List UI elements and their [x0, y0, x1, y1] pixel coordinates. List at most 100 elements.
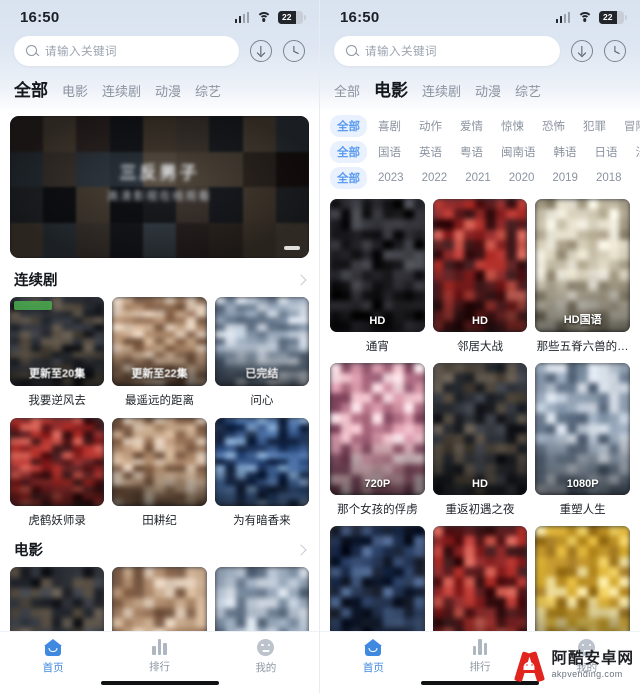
filter-lang-french[interactable]: 法语 [629, 141, 640, 163]
filter-lang-japanese[interactable]: 日语 [588, 141, 625, 163]
poster[interactable]: 720P [330, 362, 425, 496]
filter-year-2022[interactable]: 2022 [415, 169, 455, 187]
filter-genre-crime[interactable]: 犯罪 [576, 115, 613, 137]
list-item[interactable]: 为有暗香来 [214, 417, 309, 529]
poster[interactable]: 更新至20集 [10, 297, 105, 386]
filter-lang-cantonese[interactable]: 粤语 [453, 141, 490, 163]
list-item[interactable] [432, 526, 528, 631]
status-icons: 22 [234, 10, 306, 24]
search-placeholder: 请输入关键词 [365, 46, 437, 58]
filter-year-2019[interactable]: 2019 [545, 169, 585, 187]
search-input[interactable]: 请输入关键词 [334, 36, 560, 66]
poster[interactable]: HD [432, 362, 528, 496]
poster[interactable] [432, 526, 528, 631]
filter-genre-all[interactable]: 全部 [330, 115, 367, 137]
download-circle-icon[interactable] [250, 40, 272, 62]
filter-year-2020[interactable]: 2020 [502, 169, 542, 187]
filter-lang-korean[interactable]: 韩语 [547, 141, 584, 163]
tab-profile[interactable]: 我的 [213, 639, 319, 675]
poster[interactable] [214, 417, 309, 507]
poster[interactable] [112, 567, 207, 631]
filter-year-all[interactable]: 全部 [330, 167, 367, 189]
poster[interactable] [214, 567, 309, 631]
list-item[interactable]: 更新至20集 我要逆风去 [10, 297, 105, 408]
section-header-series[interactable]: 连续剧 [0, 258, 319, 297]
list-item[interactable]: HD 邻居大战 [432, 199, 528, 354]
filter-genre-thriller[interactable]: 惊悚 [494, 115, 531, 137]
poster[interactable]: HD国语 [535, 199, 630, 332]
tab-ranking-label: 排行 [469, 661, 491, 673]
poster[interactable] [112, 417, 207, 507]
filter-genre-horror[interactable]: 恐怖 [535, 115, 572, 137]
filter-year-2021[interactable]: 2021 [458, 169, 498, 187]
filter-lang-minnan[interactable]: 闽南语 [494, 141, 543, 163]
chevron-right-icon[interactable] [295, 544, 307, 556]
filter-genre-comedy[interactable]: 喜剧 [371, 115, 408, 137]
left-header: 16:50 22 请输入关键词 全部 电影 连续剧 动漫 综艺 [0, 0, 319, 112]
tab-all[interactable]: 全部 [334, 81, 360, 100]
tab-anime[interactable]: 动漫 [475, 81, 501, 100]
poster[interactable]: 1080P [535, 526, 630, 631]
list-item[interactable] [10, 567, 105, 631]
movie-grid-row-3: 720P 1080P [320, 526, 640, 631]
tab-variety[interactable]: 综艺 [515, 81, 541, 100]
tab-movies[interactable]: 电影 [62, 81, 88, 100]
banner-text: 三反男子 高清影视在线观看 [108, 159, 212, 204]
battery-icon: 22 [599, 10, 627, 24]
tab-home[interactable]: 首页 [0, 639, 106, 675]
filter-year-2018[interactable]: 2018 [589, 169, 629, 187]
status-bar-right: 16:50 22 [320, 0, 640, 34]
poster[interactable]: 更新至22集 [112, 297, 207, 386]
list-item[interactable]: HD 通宵 [330, 199, 425, 354]
status-time: 16:50 [20, 8, 60, 26]
hero-banner[interactable]: 三反男子 高清影视在线观看 [10, 116, 309, 258]
filter-lang-english[interactable]: 英语 [412, 141, 449, 163]
search-icon [26, 45, 38, 57]
right-phone-screen: 16:50 22 请输入关键词 全部 电影 连续剧 动漫 综艺 全部 喜剧 动作… [320, 0, 640, 693]
section-header-movies[interactable]: 电影 [0, 528, 319, 567]
tab-home[interactable]: 首页 [320, 639, 427, 675]
download-circle-icon[interactable] [571, 40, 593, 62]
right-header: 16:50 22 请输入关键词 全部 电影 连续剧 动漫 综艺 [320, 0, 640, 112]
poster[interactable]: HD [432, 199, 528, 332]
list-item[interactable]: 田耕纪 [112, 417, 207, 529]
filter-genre-adventure[interactable]: 冒险 [617, 115, 640, 137]
clock-icon[interactable] [283, 40, 305, 62]
list-item[interactable]: 1080P [535, 526, 630, 631]
home-icon [364, 639, 383, 656]
tab-anime[interactable]: 动漫 [155, 81, 181, 100]
tab-series[interactable]: 连续剧 [422, 81, 461, 100]
home-indicator [100, 681, 219, 685]
list-item[interactable]: HD 重返初遇之夜 [432, 362, 528, 518]
list-item[interactable]: 虎鹤妖师录 [10, 417, 105, 529]
list-item[interactable]: HD国语 那些五脊六兽的… [535, 199, 630, 354]
poster[interactable] [10, 417, 105, 507]
poster[interactable]: HD [330, 199, 425, 332]
search-input[interactable]: 请输入关键词 [14, 36, 239, 66]
tab-series[interactable]: 连续剧 [102, 81, 141, 100]
list-item[interactable]: 720P [330, 526, 425, 631]
poster[interactable]: 1080P [535, 362, 630, 496]
filter-year-2023[interactable]: 2023 [371, 169, 411, 187]
tab-movies[interactable]: 电影 [374, 76, 408, 101]
list-item[interactable]: 1080P 重塑人生 [535, 362, 630, 518]
list-item[interactable]: 已完结 问心 [214, 297, 309, 408]
list-item[interactable]: 720P 那个女孩的俘虏 [330, 362, 425, 518]
tab-variety[interactable]: 综艺 [195, 81, 221, 100]
clock-icon[interactable] [604, 40, 626, 62]
item-title: 那些五脊六兽的… [536, 340, 629, 353]
filter-genre-action[interactable]: 动作 [412, 115, 449, 137]
poster[interactable]: 已完结 [214, 297, 309, 386]
list-item[interactable]: 更新至22集 最遥远的距离 [112, 297, 207, 408]
filter-genre-romance[interactable]: 爱情 [453, 115, 490, 137]
filter-lang-mandarin[interactable]: 国语 [371, 141, 408, 163]
filter-lang-all[interactable]: 全部 [330, 141, 367, 163]
chevron-right-icon[interactable] [295, 273, 307, 286]
poster[interactable]: 720P [330, 526, 425, 631]
section-title-series: 连续剧 [14, 273, 58, 289]
tab-ranking[interactable]: 排行 [106, 639, 212, 674]
tab-all[interactable]: 全部 [14, 76, 48, 101]
list-item[interactable] [112, 567, 207, 631]
list-item[interactable] [214, 567, 309, 631]
poster[interactable] [10, 567, 105, 631]
